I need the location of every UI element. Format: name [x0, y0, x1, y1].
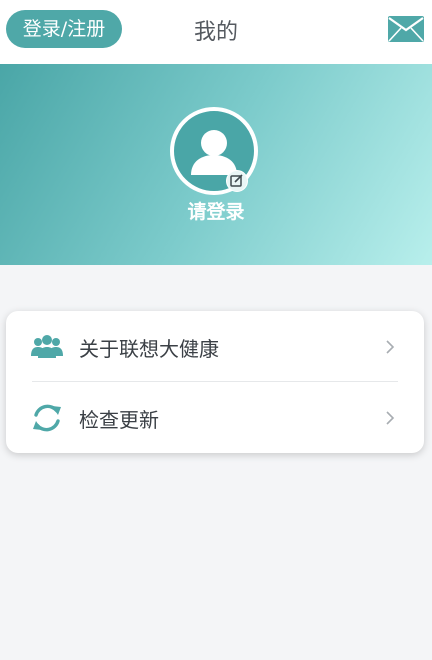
top-bar: 登录/注册 我的	[0, 0, 432, 64]
refresh-icon	[33, 404, 61, 432]
edit-icon[interactable]	[226, 170, 248, 192]
avatar[interactable]	[170, 107, 258, 195]
menu-item-check-update[interactable]: 检查更新	[6, 382, 424, 453]
page-title: 我的	[193, 20, 238, 45]
profile-banner: 请登录	[0, 64, 432, 265]
chevron-right-icon	[386, 340, 395, 354]
chevron-right-icon	[386, 411, 395, 425]
page: 登录/注册 我的 请登录 关于联想大健康 检查更新	[0, 0, 432, 660]
mail-icon[interactable]	[388, 16, 424, 42]
login-prompt[interactable]: 请登录	[0, 197, 432, 224]
menu-item-check-update-label: 检查更新	[79, 408, 159, 432]
menu-card: 关于联想大健康 检查更新	[6, 311, 424, 453]
menu-item-about-label: 关于联想大健康	[79, 337, 219, 361]
group-icon	[31, 335, 63, 358]
menu-item-about[interactable]: 关于联想大健康	[6, 311, 424, 382]
